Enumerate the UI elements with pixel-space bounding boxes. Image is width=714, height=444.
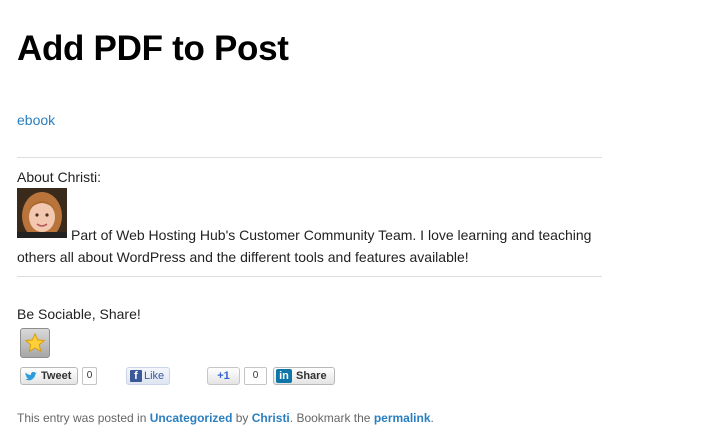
- entry-meta-prefix: This entry was posted in: [17, 411, 150, 425]
- google-plus-icon: +1: [217, 370, 230, 382]
- share-heading: Be Sociable, Share!: [17, 306, 141, 322]
- author-bio: Part of Web Hosting Hub's Customer Commu…: [17, 227, 592, 265]
- author-link[interactable]: Christi: [252, 411, 290, 425]
- author-box-heading: About Christi:: [17, 169, 102, 185]
- category-link[interactable]: Uncategorized: [150, 411, 233, 425]
- tweet-button[interactable]: Tweet: [20, 367, 78, 385]
- google-plus-one-button[interactable]: +1: [207, 367, 240, 385]
- tweet-count: 0: [82, 367, 97, 385]
- post-title: Add PDF to Post: [17, 29, 289, 68]
- facebook-like-button[interactable]: f Like: [126, 367, 170, 385]
- star-icon: [24, 332, 46, 353]
- divider-top: [17, 157, 602, 158]
- entry-meta-suffix: .: [430, 411, 434, 425]
- tweet-label: Tweet: [41, 370, 72, 382]
- twitter-bird-icon: [25, 371, 37, 380]
- entry-meta-middle: . Bookmark the: [289, 411, 374, 425]
- divider-bottom: [17, 276, 602, 277]
- linkedin-label: Share: [296, 370, 327, 382]
- ebook-link[interactable]: ebook: [17, 112, 55, 128]
- sociable-star-button[interactable]: [20, 328, 50, 358]
- linkedin-share-button[interactable]: in Share: [273, 367, 335, 385]
- facebook-icon: f: [130, 370, 142, 382]
- like-label: Like: [144, 370, 165, 382]
- linkedin-icon: in: [276, 369, 292, 383]
- permalink-link[interactable]: permalink: [374, 411, 431, 425]
- entry-meta: This entry was posted in Uncategorized b…: [17, 411, 434, 425]
- entry-meta-by: by: [232, 411, 252, 425]
- google-plus-count: 0: [244, 367, 267, 385]
